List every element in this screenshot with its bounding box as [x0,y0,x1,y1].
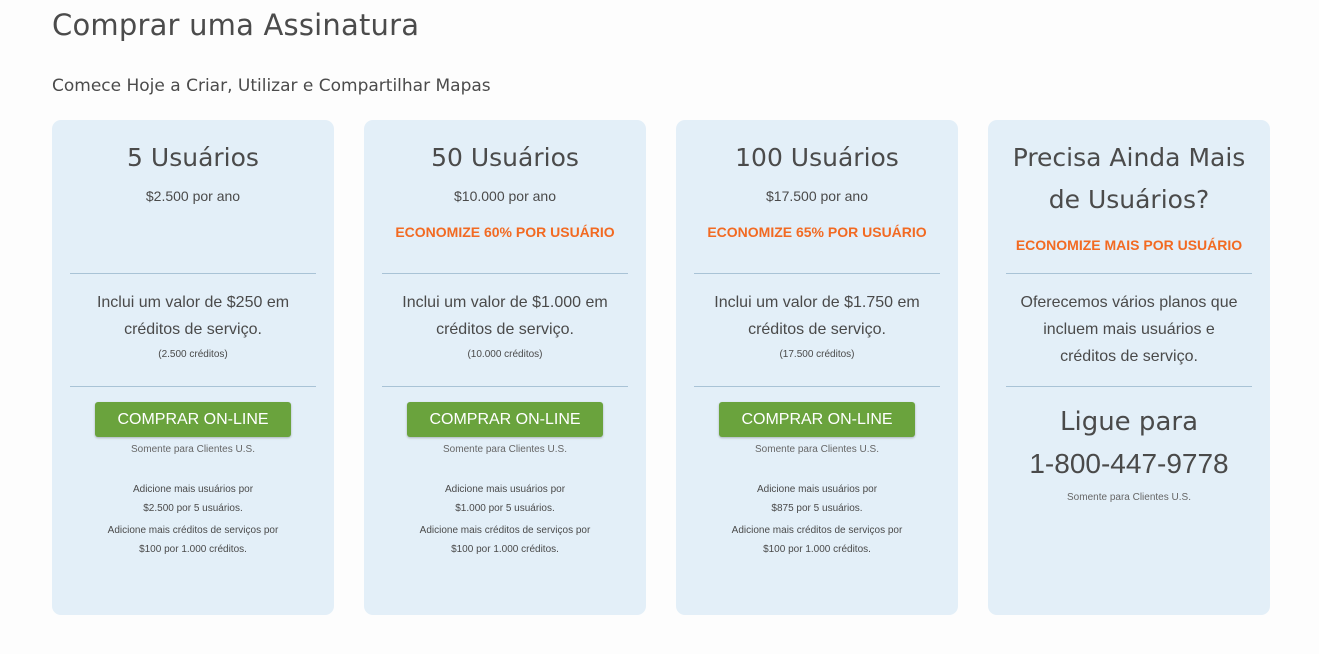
plan-price: $17.500 por ano [766,188,868,204]
divider [694,386,940,387]
included-line-2: créditos de serviço. [748,321,886,338]
us-only-note: Somente para Clientes U.S. [443,444,567,455]
add-users-line-2: $875 por 5 usuários. [771,503,863,514]
description-line-1: Oferecemos vários planos que [1020,294,1238,311]
page-title: Comprar uma Assinatura [52,8,420,42]
divider [382,273,628,274]
divider [694,273,940,274]
add-users-line-1: Adicione mais usuários por [132,484,254,495]
buy-online-button[interactable]: COMPRAR ON-LINE [719,402,915,437]
divider [382,386,628,387]
plan-title: 50 Usuários [431,143,579,172]
plan-price: $10.000 por ano [454,188,556,204]
plan-card-5-users: 5 Usuários $2.500 por ano Inclui um valo… [52,120,334,615]
add-credits-line-1: Adicione mais créditos de serviços por [731,525,903,536]
add-users-line-2: $2.500 por 5 usuários. [143,503,243,514]
plan-title: 100 Usuários [735,143,899,172]
included-line-1: Inclui um valor de $1.750 em [714,294,920,311]
enterprise-title-line-2: de Usuários? [1048,185,1210,214]
buy-online-button[interactable]: COMPRAR ON-LINE [407,402,603,437]
add-users-line-1: Adicione mais usuários por [756,484,878,495]
us-only-note: Somente para Clientes U.S. [131,444,255,455]
plan-card-50-users: 50 Usuários $10.000 por ano ECONOMIZE 60… [364,120,646,615]
divider [1006,386,1252,387]
included-line-2: créditos de serviço. [436,321,574,338]
us-only-note: Somente para Clientes U.S. [755,444,879,455]
included-line-2: créditos de serviço. [124,321,262,338]
add-credits-line-1: Adicione mais créditos de serviços por [107,525,279,536]
divider [70,273,316,274]
buy-online-button[interactable]: COMPRAR ON-LINE [95,402,291,437]
add-credits-line-2: $100 por 1.000 créditos. [763,544,871,555]
description-line-3: créditos de serviço. [1060,348,1198,365]
savings-label: ECONOMIZE 60% POR USUÁRIO [395,224,615,240]
included-line-1: Inclui um valor de $250 em [96,294,290,311]
page-subtitle: Comece Hoje a Criar, Utilizar e Comparti… [52,76,491,96]
enterprise-card: Precisa Ainda Mais de Usuários? ECONOMIZ… [988,120,1270,615]
add-credits-line-2: $100 por 1.000 créditos. [139,544,247,555]
savings-label: ECONOMIZE 65% POR USUÁRIO [707,224,927,240]
description-line-2: incluem mais usuários e [1043,321,1215,338]
enterprise-title-line-1: Precisa Ainda Mais [1012,143,1246,172]
add-credits-line-2: $100 por 1.000 créditos. [451,544,559,555]
call-label: Ligue para [1059,407,1198,437]
phone-number[interactable]: 1-800-447-9778 [988,443,1270,485]
divider [70,386,316,387]
add-users-line-2: $1.000 por 5 usuários. [455,503,555,514]
credits-count: (2.500 créditos) [158,349,228,360]
included-line-1: Inclui um valor de $1.000 em [402,294,608,311]
add-credits-line-1: Adicione mais créditos de serviços por [419,525,591,536]
divider [1006,273,1252,274]
us-only-note: Somente para Clientes U.S. [1067,492,1191,503]
add-users-line-1: Adicione mais usuários por [444,484,566,495]
plan-price: $2.500 por ano [145,188,241,204]
savings-label: ECONOMIZE MAIS POR USUÁRIO [1015,237,1243,253]
credits-count: (10.000 créditos) [467,349,543,360]
plan-title: 5 Usuários [127,143,259,172]
plan-card-100-users: 100 Usuários $17.500 por ano ECONOMIZE 6… [676,120,958,615]
credits-count: (17.500 créditos) [779,349,855,360]
